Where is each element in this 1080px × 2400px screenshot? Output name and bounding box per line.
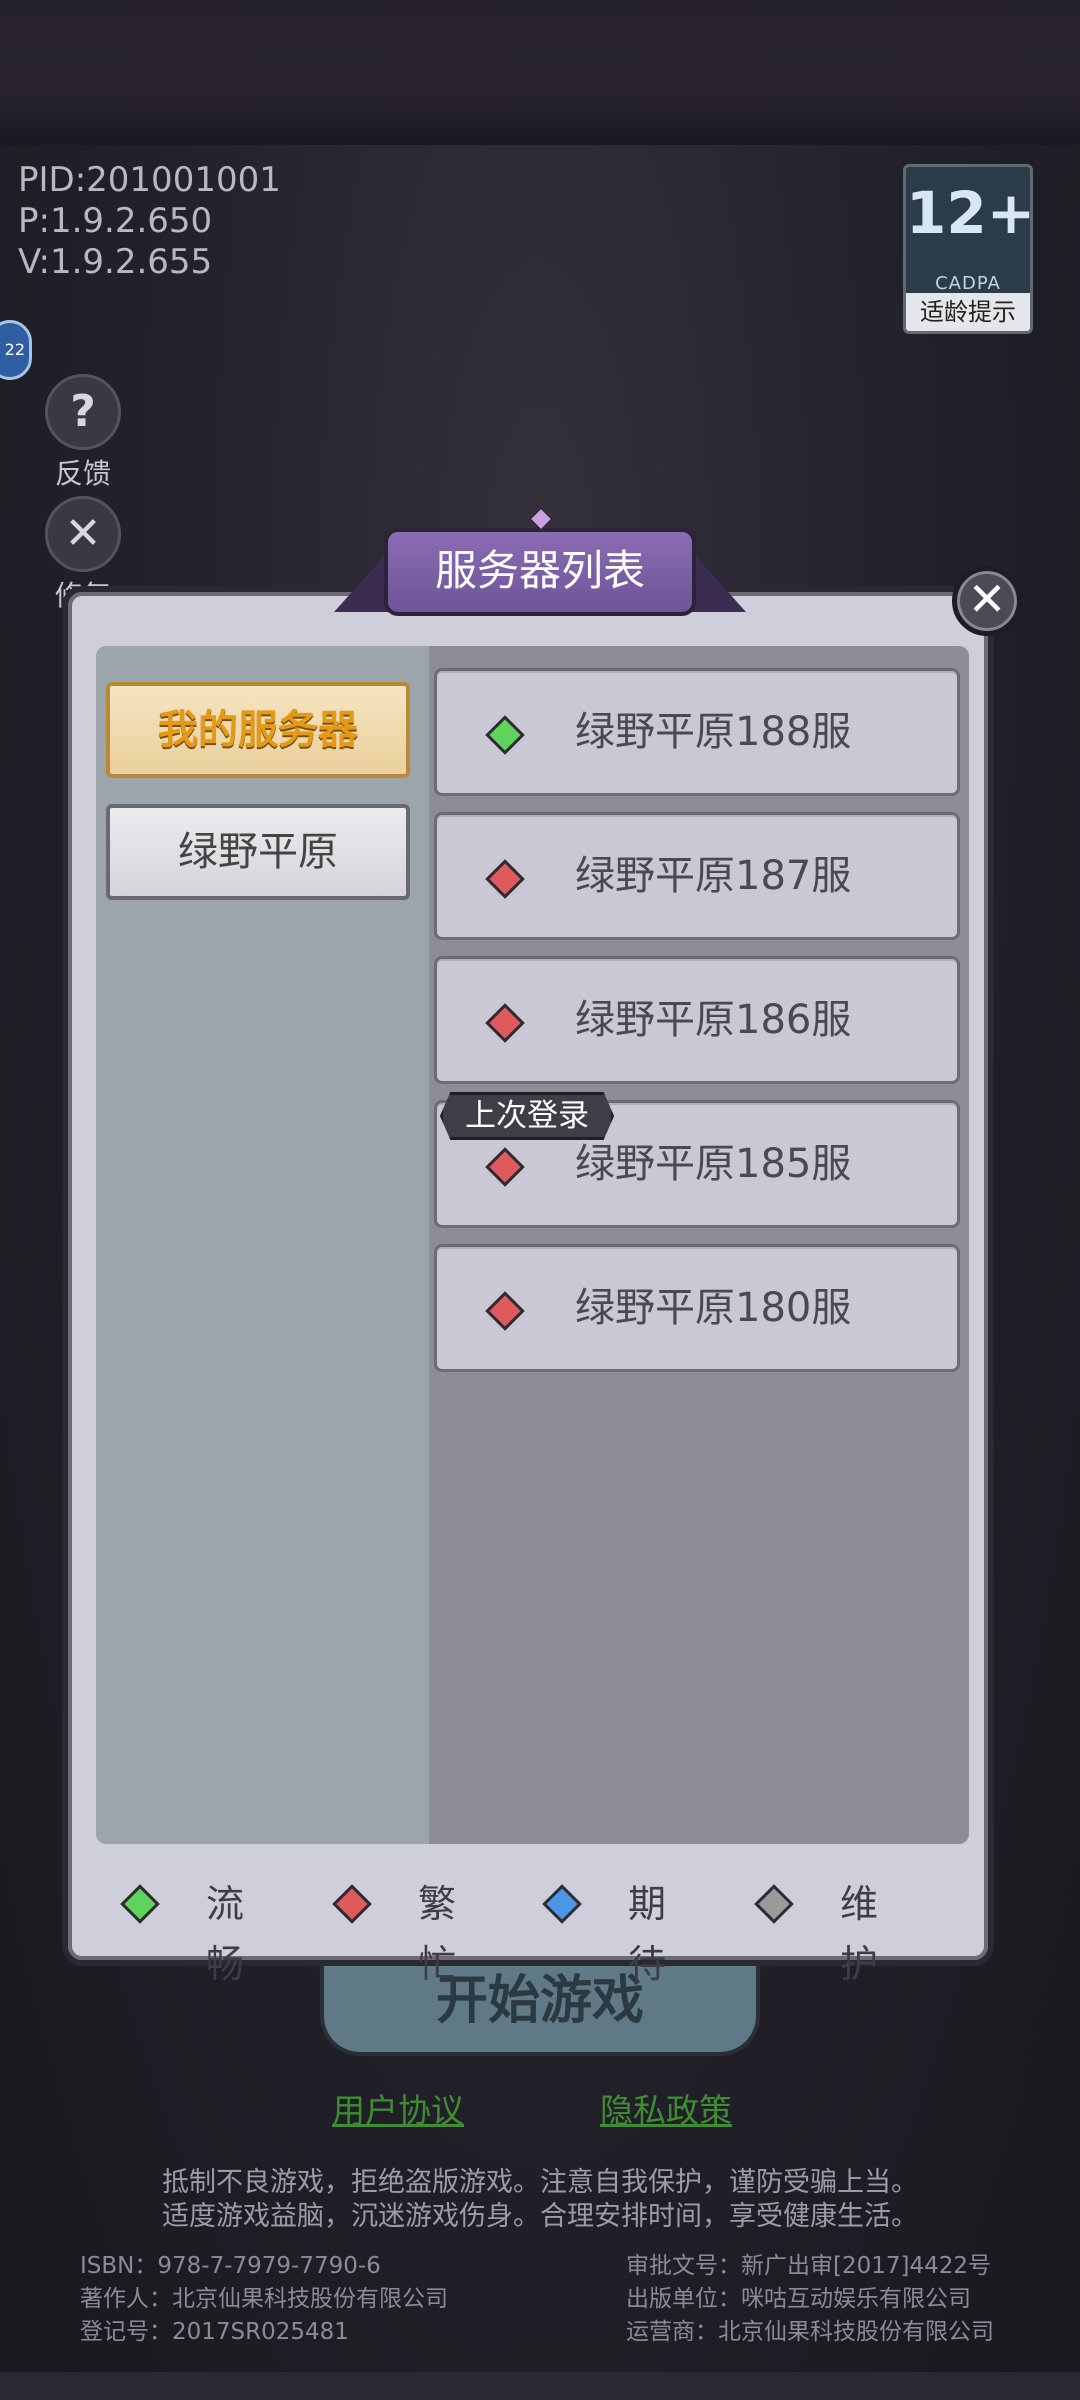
legend-label: 维护 xyxy=(840,1882,879,1986)
status-busy-icon xyxy=(485,1147,525,1187)
last-login-tag: 上次登录 xyxy=(440,1092,614,1140)
v-version-text: V:1.9.2.655 xyxy=(18,242,213,282)
age-rating-number: 12+ xyxy=(906,179,1033,247)
server-item[interactable]: 绿野平原180服 xyxy=(434,1244,960,1372)
status-busy-icon xyxy=(485,1291,525,1331)
server-item[interactable]: 绿野平原186服 xyxy=(434,956,960,1084)
wrench-icon: ✕ xyxy=(45,496,121,572)
privacy-policy-link[interactable]: 隐私政策 xyxy=(600,2084,732,2132)
health-notice-line: 适度游戏益脑，沉迷游戏伤身。合理安排时间，享受健康生活。 xyxy=(162,2201,918,2232)
server-item[interactable]: 绿野平原188服 xyxy=(434,668,960,796)
question-icon: ? xyxy=(45,374,121,450)
status-smooth-icon xyxy=(120,1884,160,1924)
legend-label: 流畅 xyxy=(206,1882,245,1986)
top-banner xyxy=(0,0,1080,145)
p-version-text: P:1.9.2.650 xyxy=(18,201,213,241)
version-info: PID:201001001 P:1.9.2.650 V:1.9.2.655 xyxy=(18,160,281,283)
status-busy-icon xyxy=(485,1003,525,1043)
age-rating-badge[interactable]: 12+ CADPA 适龄提示 xyxy=(903,164,1033,334)
footer-left: ISBN：978-7-7979-7790-6 著作人：北京仙果科技股份有限公司 … xyxy=(80,2250,448,2349)
status-maintenance-icon xyxy=(754,1884,794,1924)
server-name: 绿野平原185服 xyxy=(575,1141,852,1187)
side-badge-icon[interactable]: 22 xyxy=(0,320,32,380)
legend-label: 期待 xyxy=(628,1882,667,1986)
server-name: 绿野平原187服 xyxy=(575,853,852,899)
category-my-servers[interactable]: 我的服务器 xyxy=(106,682,410,778)
age-rating-org: CADPA xyxy=(935,273,1001,294)
start-game-button[interactable]: 开始游戏 xyxy=(320,1966,760,2056)
feedback-button[interactable]: ? 反馈 xyxy=(40,374,126,492)
registration-text: 登记号：2017SR025481 xyxy=(80,2319,349,2345)
pid-text: PID:201001001 xyxy=(18,160,281,200)
footer-right: 审批文号：新广出审[2017]4422号 出版单位：咪咕互动娱乐有限公司 运营商… xyxy=(626,2250,994,2349)
server-name: 绿野平原188服 xyxy=(575,709,852,755)
status-busy-icon xyxy=(485,859,525,899)
status-legend: 流畅 繁忙 期待 维护 xyxy=(96,1874,976,1986)
server-name: 绿野平原186服 xyxy=(575,997,852,1043)
feedback-label: 反馈 xyxy=(54,457,111,490)
server-item[interactable]: 绿野平原187服 xyxy=(434,812,960,940)
status-busy-icon xyxy=(332,1884,372,1924)
age-rating-tip: 适龄提示 xyxy=(906,293,1030,331)
publisher-text: 出版单位：咪咕互动娱乐有限公司 xyxy=(626,2286,971,2312)
dialog-title: 服务器列表 xyxy=(384,528,696,616)
category-green-plains[interactable]: 绿野平原 xyxy=(106,804,410,900)
server-name: 绿野平原180服 xyxy=(575,1285,852,1331)
status-smooth-icon xyxy=(485,715,525,755)
status-expected-icon xyxy=(542,1884,582,1924)
bottom-bar xyxy=(0,2372,1080,2400)
dialog-title-plate: 服务器列表 xyxy=(334,506,746,620)
author-text: 著作人：北京仙果科技股份有限公司 xyxy=(80,2286,448,2312)
approval-text: 审批文号：新广出审[2017]4422号 xyxy=(626,2253,992,2279)
operator-text: 运营商：北京仙果科技股份有限公司 xyxy=(626,2319,994,2345)
close-button[interactable]: ✕ xyxy=(952,566,1022,636)
legend-label: 繁忙 xyxy=(418,1882,457,1986)
user-agreement-link[interactable]: 用户协议 xyxy=(332,2084,464,2132)
isbn-text: ISBN：978-7-7979-7790-6 xyxy=(80,2253,381,2279)
